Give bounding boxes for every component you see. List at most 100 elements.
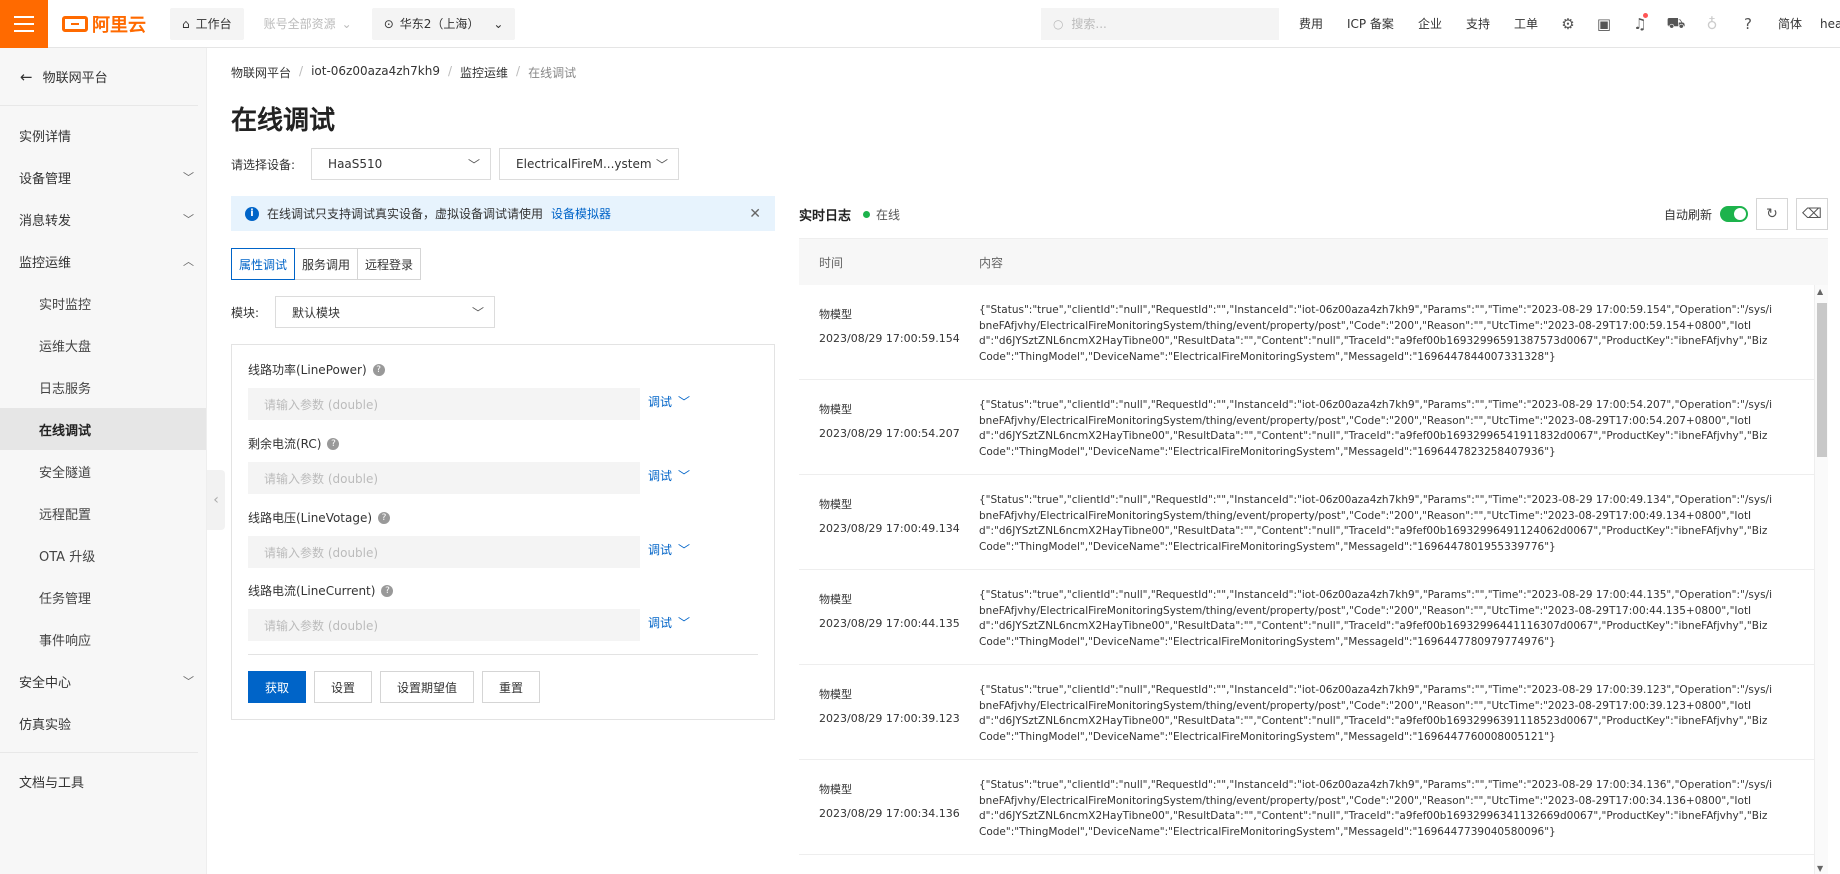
residual-current-input[interactable]: 请输入参数 (double) [248,462,640,494]
debug-label: 调试 [648,469,673,483]
sidebar-item-label: 实时监控 [39,297,92,313]
region-selector[interactable]: ⊙ 华东2（上海） ⌄ [371,7,516,40]
auto-refresh: 自动刷新 [1664,206,1748,223]
app-icon[interactable]: ⚙ [1550,15,1586,33]
line-current-input[interactable]: 请输入参数 (double) [248,609,640,641]
bell-icon[interactable]: ♫ [1622,12,1658,33]
chevron-down-icon: ﹀ [656,157,669,172]
help-icon[interactable]: ? [1730,15,1766,33]
chevron-down-icon: ﹀ [678,469,691,483]
account-resources-dropdown[interactable]: 账号全部资源 ⌄ [252,8,364,40]
sidebar-item-monitoring[interactable]: 监控运维 ︿ [0,240,206,282]
product-select[interactable]: HaaS510 ﹀ [311,148,492,180]
sidebar-item-message-forward[interactable]: 消息转发 ﹀ [0,198,206,240]
reset-button[interactable]: 重置 [482,671,541,703]
sidebar-item-realtime-monitor[interactable]: 实时监控 [0,282,206,324]
back-button[interactable]: ← 物联网平台 [0,48,198,106]
help-icon[interactable]: ? [327,437,340,450]
module-select[interactable]: 默认模块 ﹀ [275,296,496,328]
auto-refresh-toggle[interactable] [1720,206,1748,222]
device-simulator-link[interactable]: 设备模拟器 [551,205,611,222]
breadcrumb-item[interactable]: 监控运维 [460,64,508,81]
help-icon[interactable]: ? [372,363,385,376]
device-select[interactable]: ElectricalFireM...ystem ﹀ [499,148,680,180]
set-expected-button[interactable]: 设置期望值 [380,671,475,703]
field-line-power: 线路功率(LinePower)? 请输入参数 (double) 调试 ﹀ [248,361,690,420]
sidebar-item-security-center[interactable]: 安全中心 ﹀ [0,660,206,702]
debug-dropdown[interactable]: 调试 ﹀ [648,614,690,631]
help-icon[interactable]: ? [381,584,394,597]
user-avatar[interactable]: hea [1820,17,1840,31]
notification-dot [1642,12,1648,18]
location-pin-icon: ⊙ [383,16,394,31]
log-time: 2023/08/29 17:00:39.123 [819,712,960,725]
sidebar-item-remote-config[interactable]: 远程配置 [0,492,206,534]
sidebar-item-device-management[interactable]: 设备管理 ﹀ [0,156,206,198]
chevron-down-icon: ﹀ [468,157,481,172]
breadcrumb: 物联网平台 / iot-06z00aza4zh7kh9/ 监控运维 / 在线调试 [231,64,577,81]
tab-service-call[interactable]: 服务调用 [294,248,359,280]
search-input[interactable]: ○ 搜索... [1040,7,1279,40]
sidebar-collapse-handle[interactable]: ‹ [207,470,225,530]
sidebar-item-ops-dashboard[interactable]: 运维大盘 [0,324,206,366]
field-label: 剩余电流(RC)? [248,435,640,452]
sidebar-item-event-response[interactable]: 事件响应 [0,618,206,660]
set-button[interactable]: 设置 [314,671,373,703]
input-placeholder: 请输入参数 (double) [264,397,379,412]
sidebar-item-task-management[interactable]: 任务管理 [0,576,206,618]
debug-dropdown[interactable]: 调试 ﹀ [648,541,690,558]
sidebar-item-label: 消息转发 [19,213,72,229]
language-switch[interactable]: 简体 [1766,15,1814,32]
nav-ticket[interactable]: 工单 [1502,15,1550,32]
scroll-up-icon[interactable]: ▲ [1817,287,1823,296]
debug-label: 调试 [648,616,673,630]
log-table: 时间 内容 物模型 2023/08/29 17:00:59.154 {"Statu… [799,238,1828,874]
sidebar-item-secure-tunnel[interactable]: 安全隧道 [0,450,206,492]
lightbulb-icon[interactable]: ♁ [1694,15,1730,33]
nav-fees[interactable]: 费用 [1287,15,1335,32]
debug-tabs: 属性调试 服务调用 远程登录 [231,248,422,280]
scrollbar-thumb[interactable] [1817,303,1827,457]
menu-icon[interactable] [0,0,48,48]
chevron-down-icon: ⌄ [493,16,504,31]
tab-remote-login[interactable]: 远程登录 [357,248,422,280]
sidebar-item-log-service[interactable]: 日志服务 [0,366,206,408]
breadcrumb-item[interactable]: iot-06z00aza4zh7kh9 [311,64,440,81]
region-label: 华东2（上海） [399,17,480,31]
line-power-input[interactable]: 请输入参数 (double) [248,388,640,420]
sidebar-nav: 实例详情 设备管理 ﹀ 消息转发 ﹀ 监控运维 ︿ 实时监控 运维大盘 日志服务 在线… [0,106,206,802]
close-icon[interactable]: ✕ [749,206,761,222]
help-icon[interactable]: ? [378,511,391,524]
log-scrollbar[interactable]: ▲ ▼ [1814,285,1828,874]
table-row: 物模型 2023/08/29 17:00:39.123 {"Status":"tr… [799,665,1828,760]
workbench-button[interactable]: ⌂ 工作台 [170,7,244,40]
tab-property-debug[interactable]: 属性调试 [231,248,296,280]
nav-icp[interactable]: ICP 备案 [1335,15,1406,32]
refresh-button[interactable]: ↻ [1756,198,1788,230]
scroll-down-icon[interactable]: ▼ [1817,864,1823,873]
sidebar-item-label: 任务管理 [39,591,92,607]
log-header: 实时日志 在线 自动刷新 ↻ ⌫ [799,198,1828,230]
log-time: 2023/08/29 17:00:44.135 [819,617,960,630]
breadcrumb-item[interactable]: 物联网平台 [231,64,291,81]
sidebar-item-docs-tools[interactable]: 文档与工具 [0,760,206,802]
log-table-header: 时间 内容 [799,239,1828,285]
log-type: 物模型 [819,403,852,416]
debug-dropdown[interactable]: 调试 ﹀ [648,393,690,410]
aliyun-logo[interactable]: 阿里云 [62,11,162,37]
info-icon: i [245,206,259,221]
cart-icon[interactable]: ⛟ [1658,14,1694,34]
sidebar-item-instance[interactable]: 实例详情 [0,114,206,156]
table-row: 物模型 2023/08/29 17:00:59.154 {"Status":"tr… [799,285,1828,380]
line-voltage-input[interactable]: 请输入参数 (double) [248,536,640,568]
sidebar-item-simulation[interactable]: 仿真实验 [0,702,206,744]
nav-enterprise[interactable]: 企业 [1406,15,1454,32]
get-button[interactable]: 获取 [248,671,307,703]
nav-support[interactable]: 支持 [1454,15,1502,32]
terminal-icon[interactable]: ▣ [1586,15,1622,33]
sidebar-item-ota[interactable]: OTA 升级 [0,534,206,576]
sidebar-item-label: 设备管理 [19,171,72,187]
sidebar-item-online-debug[interactable]: 在线调试 [0,408,206,450]
clear-log-button[interactable]: ⌫ [1796,198,1828,230]
debug-dropdown[interactable]: 调试 ﹀ [648,467,690,484]
